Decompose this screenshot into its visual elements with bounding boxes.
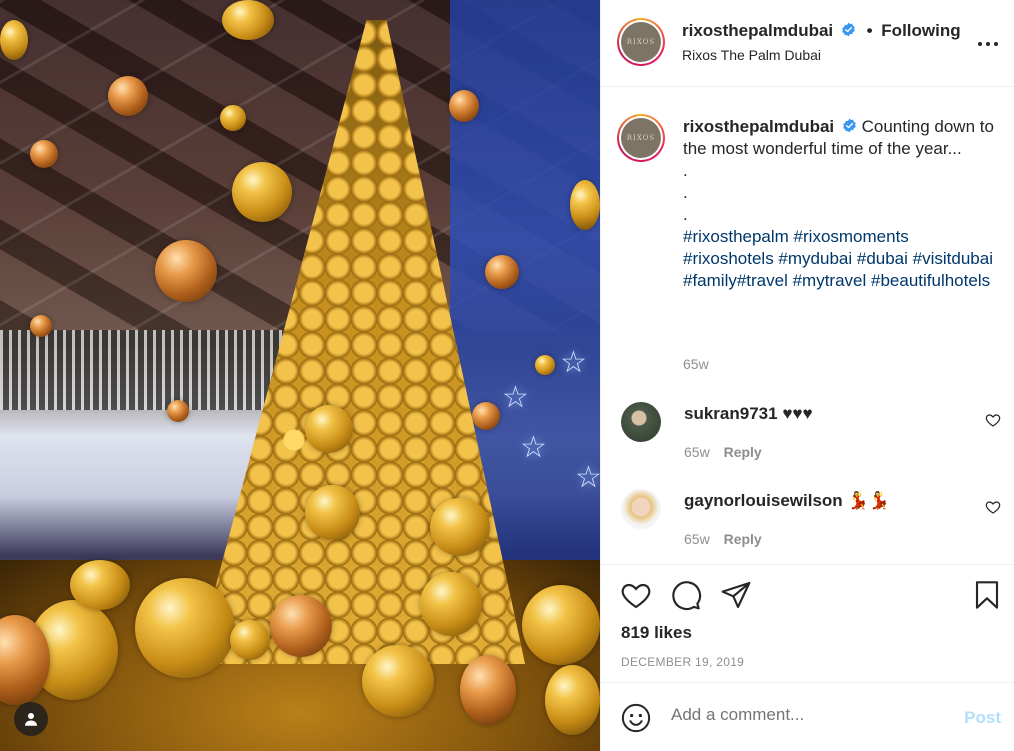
ornament [472, 402, 500, 430]
caption-dot: . [683, 205, 688, 224]
ornament [270, 595, 332, 657]
author-avatar[interactable]: RIXOS [617, 18, 665, 66]
caption-dots: . . . [683, 160, 995, 226]
ornament [545, 665, 600, 735]
caption-dot: . [683, 161, 688, 180]
comment-body: sukran9731 ♥♥♥ [684, 404, 813, 424]
comment-timestamp[interactable]: 65w [684, 444, 710, 460]
comment-meta: 65w Reply [684, 531, 762, 547]
ornament [155, 240, 217, 302]
caption-author-avatar[interactable]: RIXOS [617, 114, 665, 162]
star-light: ☆ [520, 431, 547, 464]
post-date[interactable]: DECEMBER 19, 2019 [621, 655, 744, 669]
star-light: ☆ [502, 381, 529, 414]
avatar-logo-text: RIXOS [626, 134, 656, 142]
more-options-icon[interactable] [978, 34, 998, 54]
add-comment-bar: Post [601, 682, 1014, 751]
star-light: ☆ [560, 346, 587, 379]
ornament [420, 572, 482, 636]
following-button[interactable]: Following [881, 21, 960, 40]
ornament [108, 76, 148, 116]
comment-item: gaynorlouisewilson 💃💃 65w Reply [621, 489, 1001, 559]
caption-username[interactable]: rixosthepalmdubai [683, 117, 834, 136]
ornament [449, 90, 479, 122]
ornament [430, 498, 490, 556]
caption-dot: . [683, 183, 688, 202]
reply-button[interactable]: Reply [724, 444, 762, 460]
ornament [220, 105, 246, 131]
comment-username[interactable]: sukran9731 [684, 404, 778, 423]
ornament [222, 0, 274, 40]
caption: rixosthepalmdubai Counting down to the m… [683, 116, 995, 292]
author-username[interactable]: rixosthepalmdubai [682, 21, 833, 40]
ornament [30, 140, 58, 168]
comment-meta: 65w Reply [684, 444, 762, 460]
ornament [460, 655, 516, 725]
comment-like-heart-icon[interactable] [985, 499, 1001, 515]
post-side-panel: RIXOS rixosthepalmdubai • Following Rixo… [600, 0, 1014, 751]
comment-like-heart-icon[interactable] [985, 412, 1001, 428]
ornament [167, 400, 189, 422]
ornament [232, 162, 292, 222]
ornament [305, 485, 360, 540]
comment-timestamp[interactable]: 65w [684, 531, 710, 547]
balcony-railing [0, 330, 300, 410]
share-icon[interactable] [720, 579, 752, 611]
commenter-avatar[interactable] [621, 489, 661, 529]
user-tag-button[interactable] [14, 702, 48, 736]
ornament [305, 405, 353, 453]
heart-icon[interactable] [620, 579, 652, 611]
header-name-line: rixosthepalmdubai • Following [682, 21, 961, 41]
add-comment-input[interactable] [671, 705, 941, 725]
post-header: RIXOS rixosthepalmdubai • Following Rixo… [601, 0, 1014, 87]
comment-username[interactable]: gaynorlouisewilson [684, 491, 843, 510]
ornament [0, 20, 28, 60]
header-separator: • [866, 21, 873, 40]
comment-item: sukran9731 ♥♥♥ 65w Reply [621, 402, 1001, 472]
ornament [535, 355, 555, 375]
location-link[interactable]: Rixos The Palm Dubai [682, 47, 821, 63]
like-count[interactable]: 819 likes [621, 623, 692, 643]
ornament [135, 578, 235, 678]
reply-button[interactable]: Reply [724, 531, 762, 547]
post-photo[interactable]: ☆ ☆ ☆ ☆ [0, 0, 600, 751]
ornament [522, 585, 600, 665]
star-light: ☆ [575, 461, 600, 494]
bookmark-icon[interactable] [971, 579, 1003, 611]
comment-text: ♥♥♥ [782, 404, 813, 423]
user-tag-icon [25, 713, 37, 726]
caption-timestamp[interactable]: 65w [683, 356, 709, 372]
ornament [485, 255, 519, 289]
ornament [230, 620, 270, 660]
ornament [30, 315, 52, 337]
post-actions: 819 likes DECEMBER 19, 2019 [601, 564, 1014, 682]
caption-hashtags[interactable]: #rixosthepalm #rixosmoments #rixoshotels… [683, 226, 995, 292]
comment-icon[interactable] [670, 579, 702, 611]
emoji-icon[interactable] [621, 703, 651, 733]
comment-text: 💃💃 [847, 491, 890, 510]
ornament [362, 645, 434, 717]
ornament [570, 180, 600, 230]
post-comment-button[interactable]: Post [964, 708, 1001, 728]
verified-badge-icon [842, 22, 855, 37]
comment-body: gaynorlouisewilson 💃💃 [684, 491, 890, 511]
verified-badge-icon [843, 118, 856, 133]
commenter-avatar[interactable] [621, 402, 661, 442]
avatar-logo-text: RIXOS [626, 38, 656, 46]
ornament [70, 560, 130, 610]
comments-section[interactable]: RIXOS rixosthepalmdubai Counting down to… [601, 88, 1014, 564]
